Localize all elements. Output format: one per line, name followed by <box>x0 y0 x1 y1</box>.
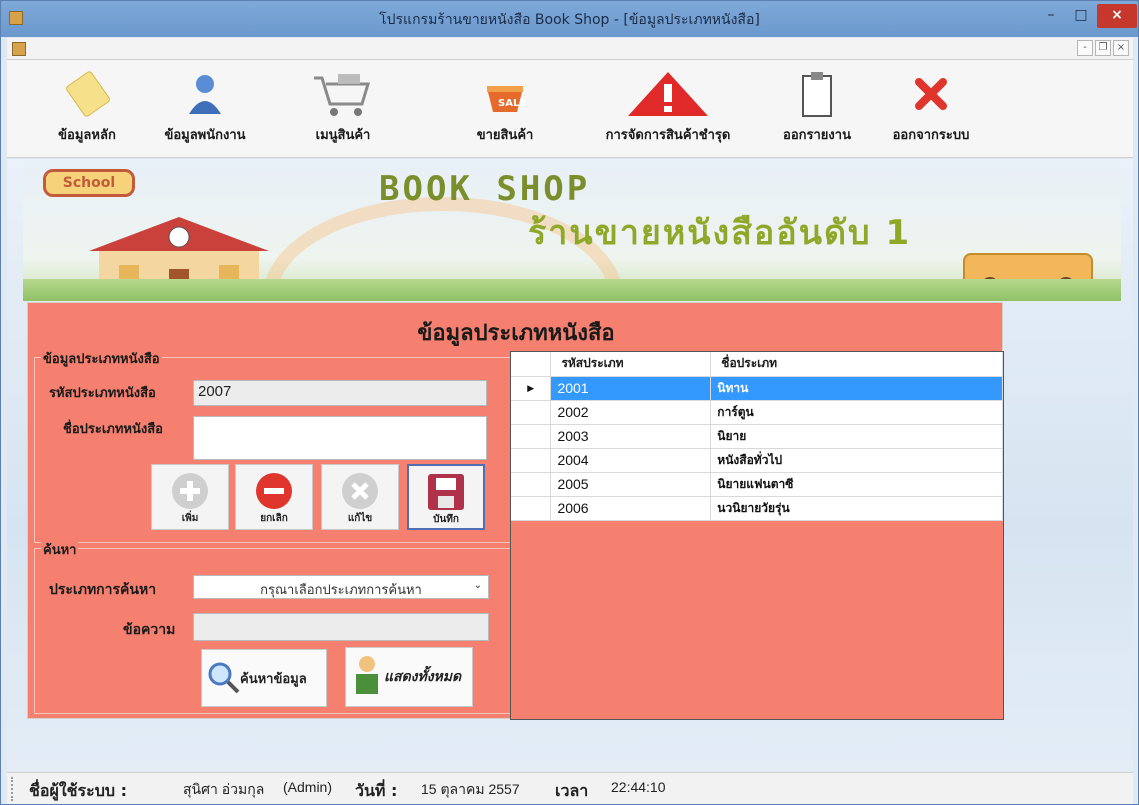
title-bar[interactable]: โปรแกรมร้านขายหนังสือ Book Shop - [ข้อมู… <box>1 1 1138 37</box>
cell-name[interactable]: นิทาน <box>710 376 1003 401</box>
cell-code[interactable]: 2005 <box>550 472 712 497</box>
row-header <box>511 424 552 449</box>
toolbar-logout[interactable]: ออกจากระบบ <box>879 70 983 145</box>
table-row[interactable]: ▶ 2001 นิทาน <box>511 376 1003 401</box>
cell-code[interactable]: 2003 <box>550 424 712 449</box>
user-value: สุนิศา อ่วมกุล <box>183 781 265 797</box>
search-groupbox: ค้นหา ประเภทการค้นหา กรุณาเลือกประเภทการ… <box>34 539 512 714</box>
add-button[interactable]: เพิ่ม <box>151 464 229 530</box>
table-row[interactable]: 2003 นิยาย <box>511 424 1003 449</box>
status-bar: ชื่อผู้ใช้ระบบ : สุนิศา อ่วมกุล (Admin) … <box>7 772 1133 804</box>
main-toolbar: ข้อมูลหลัก ข้อมูลพนักงาน เมนูสินค้า SALE… <box>7 60 1133 158</box>
category-code-label: รหัสประเภทหนังสือ <box>49 386 156 401</box>
window-title: โปรแกรมร้านขายหนังสือ Book Shop - [ข้อมู… <box>379 12 760 28</box>
category-name-field[interactable] <box>193 416 487 460</box>
cell-name[interactable]: นิยาย <box>710 424 1003 449</box>
search-button[interactable]: ค้นหาข้อมูล <box>201 649 327 707</box>
show-all-button[interactable]: แสดงทั้งหมด <box>345 647 473 707</box>
status-grip <box>11 777 15 801</box>
search-group-title: ค้นหา <box>41 539 79 560</box>
save-button[interactable]: บันทึก <box>407 464 485 530</box>
toolbar-damaged-goods[interactable]: การจัดการสินค้าชำรุด <box>587 70 749 145</box>
banner-title-th: ร้านขายหนังสืออันดับ 1 <box>528 213 912 253</box>
date-value: 15 ตุลาคม 2557 <box>421 781 520 797</box>
mdi-restore-button[interactable]: ❐ <box>1095 40 1111 56</box>
mdi-content-area: School BOOK SHOP ร้านขายหนังสืออันดับ 1 … <box>7 159 1133 771</box>
category-name-label: ชื่อประเภทหนังสือ <box>63 422 163 437</box>
cell-code[interactable]: 2002 <box>550 400 712 425</box>
magnifier-icon <box>208 662 240 694</box>
maximize-button[interactable]: □ <box>1067 4 1095 28</box>
exit-x-icon <box>879 70 983 118</box>
notepad-icon <box>41 70 133 118</box>
cell-name[interactable]: หนังสือทั่วไป <box>710 448 1003 473</box>
clipboard-icon <box>771 70 863 118</box>
grass-decoration <box>23 279 1121 301</box>
toolbar-report[interactable]: ออกรายงาน <box>771 70 863 145</box>
banner-image: School BOOK SHOP ร้านขายหนังสืออันดับ 1 <box>23 161 1121 301</box>
form-title: ข้อมูลประเภทหนังสือ <box>417 321 615 346</box>
user-label: ชื่อผู้ใช้ระบบ : <box>29 781 127 800</box>
category-groupbox: ข้อมูลประเภทหนังสือ รหัสประเภทหนังสือ 20… <box>34 348 512 543</box>
row-header-corner <box>511 352 552 377</box>
cell-name[interactable]: นิยายแฟนตาซี <box>710 472 1003 497</box>
mdi-bar: - ❐ × <box>7 38 1133 60</box>
user-icon <box>149 70 261 118</box>
toolbar-master-data[interactable]: ข้อมูลหลัก <box>41 70 133 145</box>
minimize-button[interactable]: – <box>1037 4 1065 28</box>
mdi-close-button[interactable]: × <box>1113 40 1129 56</box>
row-header <box>511 448 552 473</box>
cell-code[interactable]: 2004 <box>550 448 712 473</box>
basket-icon: SALE <box>459 70 551 118</box>
category-group-title: ข้อมูลประเภทหนังสือ <box>41 348 162 369</box>
school-sign: School <box>43 169 135 197</box>
table-row[interactable]: 2005 นิยายแฟนตาซี <box>511 472 1003 497</box>
date-label: วันที่ : <box>355 781 398 800</box>
cell-code[interactable]: 2006 <box>550 496 712 521</box>
column-header-name[interactable]: ชื่อประเภท <box>710 352 1003 377</box>
category-code-field[interactable]: 2007 <box>193 380 487 406</box>
row-header <box>511 400 552 425</box>
cell-code[interactable]: 2001 <box>550 376 712 401</box>
table-row[interactable]: 2002 การ์ตูน <box>511 400 1003 425</box>
delete-x-icon <box>342 473 378 509</box>
time-label: เวลา <box>555 781 589 800</box>
cart-icon <box>297 70 389 118</box>
edit-button[interactable]: แก้ไข <box>321 464 399 530</box>
cell-name[interactable]: นวนิยายวัยรุ่น <box>710 496 1003 521</box>
floppy-disk-icon <box>428 474 464 510</box>
toolbar-employee-data[interactable]: ข้อมูลพนักงาน <box>149 70 261 145</box>
search-type-label: ประเภทการค้นหา <box>49 582 157 598</box>
reading-person-icon <box>356 656 378 694</box>
minus-icon <box>256 473 292 509</box>
column-header-code[interactable]: รหัสประเภท <box>550 352 712 377</box>
svg-text:SALE: SALE <box>498 98 526 109</box>
close-button[interactable]: × <box>1097 4 1137 28</box>
mdi-minimize-button[interactable]: - <box>1077 40 1093 56</box>
plus-icon <box>172 473 208 509</box>
search-type-selected: กรุณาเลือกประเภทการค้นหา <box>260 582 422 597</box>
search-text-label: ข้อความ <box>123 622 176 638</box>
row-header <box>511 472 552 497</box>
search-text-field[interactable] <box>193 613 489 641</box>
row-pointer-icon: ▶ <box>511 376 552 401</box>
toolbar-product-menu[interactable]: เมนูสินค้า <box>297 70 389 145</box>
cancel-button[interactable]: ยกเลิก <box>235 464 313 530</box>
table-row[interactable]: 2004 หนังสือทั่วไป <box>511 448 1003 473</box>
search-type-dropdown[interactable]: กรุณาเลือกประเภทการค้นหา ⌄ <box>193 575 489 599</box>
chevron-down-icon: ⌄ <box>473 580 482 591</box>
warning-icon <box>587 70 749 118</box>
category-grid[interactable]: รหัสประเภท ชื่อประเภท ▶ 2001 นิทาน 2002 … <box>510 351 1004 720</box>
row-header <box>511 496 552 521</box>
time-value: 22:44:10 <box>611 779 666 795</box>
cell-name[interactable]: การ์ตูน <box>710 400 1003 425</box>
user-role: (Admin) <box>283 779 333 795</box>
app-window: โปรแกรมร้านขายหนังสือ Book Shop - [ข้อมู… <box>0 0 1139 805</box>
table-row[interactable]: 2006 นวนิยายวัยรุ่น <box>511 496 1003 521</box>
toolbar-sell-product[interactable]: SALE ขายสินค้า <box>459 70 551 145</box>
mdi-child-icon[interactable] <box>12 42 26 56</box>
banner-title-en: BOOK SHOP <box>379 169 591 209</box>
grid-header: รหัสประเภท ชื่อประเภท <box>511 352 1003 377</box>
book-category-panel: ข้อมูลประเภทหนังสือ ข้อมูลประเภทหนังสือ … <box>27 302 1004 720</box>
